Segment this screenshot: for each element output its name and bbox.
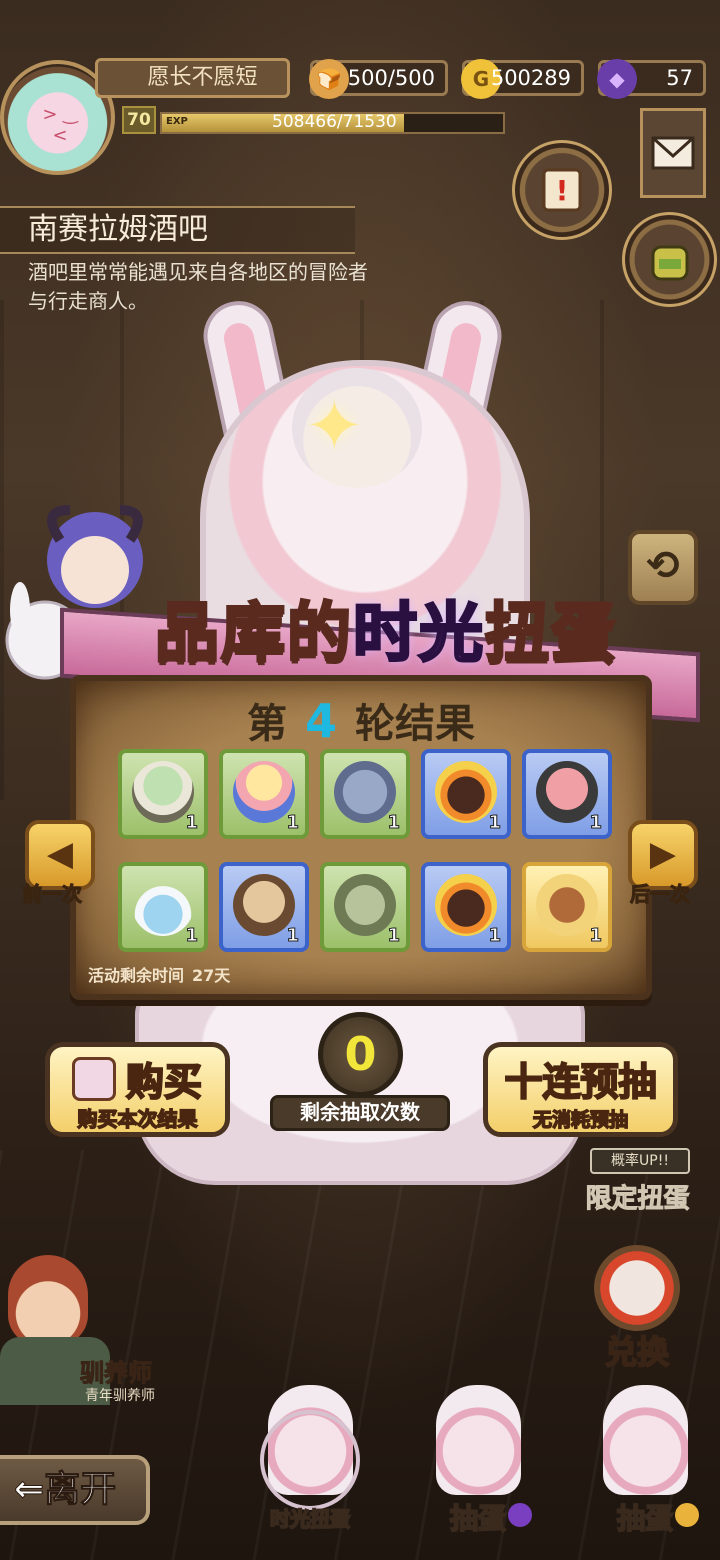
tab-gold-draw[interactable]: 抽蛋: [585, 1385, 705, 1536]
title-part2: 扭蛋: [484, 596, 617, 673]
location-title: 南赛拉姆酒吧: [0, 206, 355, 254]
buy-label: 购买: [125, 1059, 203, 1105]
round-suffix: 轮结果: [355, 701, 475, 747]
remaining-count: 0: [318, 1012, 403, 1097]
trainer-portrait: [8, 1255, 88, 1345]
result-item-slot[interactable]: 1: [219, 862, 309, 952]
preview-label: 预抽: [589, 1108, 629, 1132]
ten-pull-label: 十连预抽: [503, 1059, 657, 1105]
gold-counter[interactable]: G 500289: [461, 59, 584, 99]
leave-label: 离开: [44, 1469, 117, 1511]
gacha-title: 品库的时光扭蛋: [116, 582, 656, 674]
scroll-icon: !: [542, 168, 582, 212]
exchange-button[interactable]: 兑换: [582, 1245, 692, 1375]
item-quantity: 1: [387, 812, 400, 834]
npc-subtitle: 青年驯养师: [85, 1388, 155, 1404]
backpack-button[interactable]: [622, 212, 717, 307]
limited-gacha-label: 限定扭蛋: [585, 1184, 690, 1215]
title-accent: 时光: [352, 596, 485, 673]
item-quantity: 1: [185, 812, 198, 834]
no-cost-label: 无消耗: [532, 1108, 591, 1132]
result-item-slot[interactable]: 1: [421, 749, 511, 839]
results-panel: 第 4 轮结果 1 1 1 1 1 1 1 1 1 1 活动剩余时间 27天: [70, 675, 652, 1000]
prev-label: 前一次: [22, 882, 83, 907]
npc-trainer[interactable]: 驯养师 青年驯养师: [0, 1255, 175, 1405]
envelope-icon: [651, 136, 695, 170]
title-banner: 品库的时光扭蛋: [60, 570, 700, 723]
sparkle-icon: ✦: [305, 385, 364, 467]
result-item-slot[interactable]: 1: [320, 862, 410, 952]
svg-text:!: !: [556, 174, 569, 207]
next-label: 后一次: [630, 882, 691, 907]
event-time-value: 27天: [192, 966, 231, 985]
back-arrow-icon: ⇐: [13, 1469, 45, 1511]
arrow-right-icon: ▶: [649, 834, 677, 874]
gold-value: 500289: [490, 66, 571, 90]
mail-button[interactable]: [640, 108, 706, 198]
item-quantity: 1: [488, 925, 501, 947]
clock-ring-icon: [260, 1410, 360, 1510]
location-description: 酒吧里常常能遇见来自各地区的冒险者与行走商人。: [28, 260, 368, 313]
exp-bar: EXP 508466/71530: [160, 112, 505, 134]
level-badge: 70: [122, 106, 156, 134]
item-quantity: 1: [589, 925, 602, 947]
npc-title: 驯养师: [80, 1359, 153, 1388]
gacha-machine-icon: [603, 1385, 688, 1495]
item-quantity: 1: [286, 812, 299, 834]
gem-counter[interactable]: ◆ 57: [597, 59, 706, 99]
exchange-label: 兑换: [604, 1332, 670, 1372]
item-quantity: 1: [387, 925, 400, 947]
buy-button[interactable]: 购买 购买本次结果: [45, 1042, 230, 1137]
capsule-icon: [72, 1057, 116, 1101]
purple-gem-icon: ◆: [597, 59, 637, 99]
backpack-icon: [651, 245, 688, 280]
bread-icon: 🍞: [309, 59, 349, 99]
result-item-slot[interactable]: 1: [219, 749, 309, 839]
ten-pull-sublabel: 无消耗预抽: [488, 1105, 673, 1132]
ten-pull-preview-button[interactable]: 十连预抽 无消耗预抽: [483, 1042, 678, 1137]
item-quantity: 1: [589, 812, 602, 834]
result-item-slot[interactable]: 1: [522, 862, 612, 952]
exp-label: EXP: [166, 116, 188, 127]
tab-gem-draw[interactable]: 抽蛋: [418, 1385, 538, 1536]
item-quantity: 1: [488, 812, 501, 834]
tab-time-gacha[interactable]: 时光扭蛋: [250, 1385, 370, 1535]
result-item-slot[interactable]: 1: [421, 862, 511, 952]
gacha-machine-icon: [436, 1385, 521, 1495]
quest-scroll-button[interactable]: !: [512, 140, 612, 240]
purple-gem-icon: [508, 1503, 532, 1527]
buy-sublabel: 购买本次结果: [77, 1106, 199, 1132]
round-number: 4: [304, 694, 337, 748]
tab-time-gacha-label: 时光扭蛋: [269, 1506, 351, 1532]
round-title: 第 4 轮结果: [76, 691, 646, 749]
remaining-label: 剩余抽取次数: [270, 1095, 450, 1131]
stamina-value: 500/500: [347, 66, 435, 90]
event-time: 活动剩余时间 27天: [88, 962, 230, 986]
result-item-slot[interactable]: 1: [522, 749, 612, 839]
round-prefix: 第: [246, 701, 287, 747]
stamina-counter[interactable]: 🍞 500/500: [309, 59, 448, 99]
event-time-label: 活动剩余时间: [88, 966, 185, 985]
title-part1: 品库的: [154, 596, 353, 673]
rate-up-badge: 概率UP!!: [590, 1148, 690, 1174]
result-item-slot[interactable]: 1: [320, 749, 410, 839]
limited-gacha-button[interactable]: 概率UP!! 限定扭蛋: [575, 1148, 700, 1216]
item-quantity: 1: [185, 925, 198, 947]
exp-text: 508466/71530: [272, 112, 397, 132]
result-item-slot[interactable]: 1: [118, 862, 208, 952]
player-name: 愿长不愿短: [95, 58, 290, 98]
avatar-face-icon: > ‿ <: [42, 104, 78, 146]
result-item-slot[interactable]: 1: [118, 749, 208, 839]
gem-value: 57: [666, 66, 693, 90]
gold-coin-icon: [675, 1503, 699, 1527]
leave-button[interactable]: ⇐离开: [0, 1455, 150, 1525]
item-quantity: 1: [286, 925, 299, 947]
exchange-icon: [594, 1245, 680, 1331]
arrow-left-icon: ◀: [46, 834, 74, 874]
